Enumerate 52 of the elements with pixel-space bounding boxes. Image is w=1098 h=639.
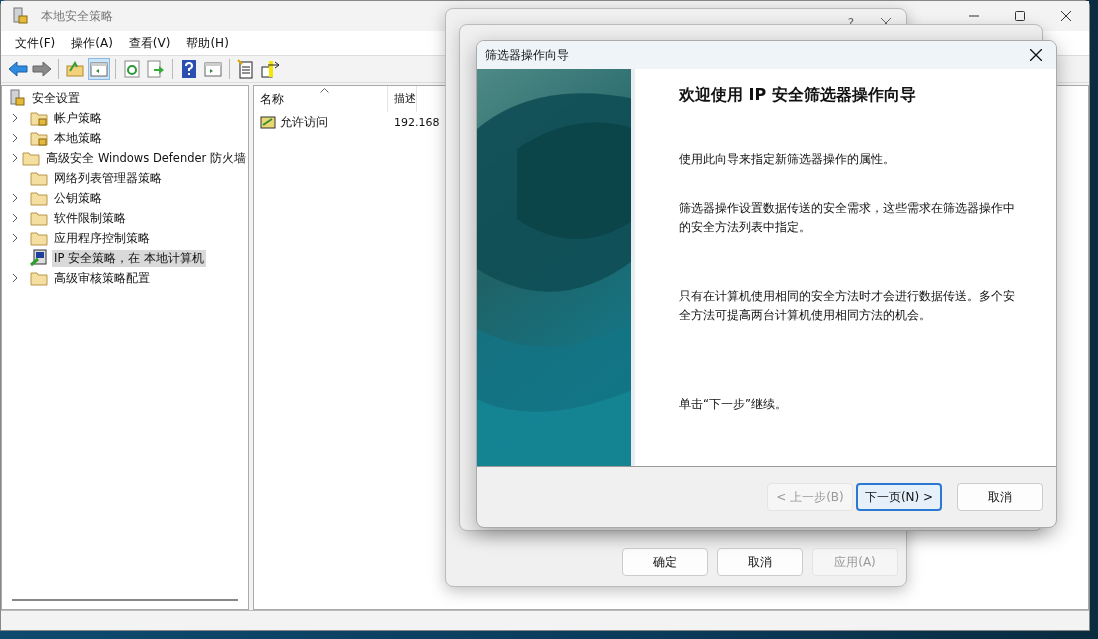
server-lock-icon [13,7,29,25]
dialog-title: 筛选器操作向导 [485,46,569,64]
menu-item[interactable]: 操作(A) [65,34,119,52]
tree-item[interactable]: 应用程序控制策略 [52,229,152,247]
list-item[interactable]: 允许访问 [280,113,328,131]
wizard-button[interactable]: 下一页(N) > [856,483,942,511]
locked-folder-icon [30,130,48,146]
folder-icon [30,270,48,286]
forward-button[interactable] [31,58,53,80]
chevron-icon[interactable] [12,273,18,283]
table-cell-text: 192.168 [393,115,440,129]
tree-item[interactable]: 网络列表管理器策略 [52,169,164,187]
menu-item[interactable]: 查看(V) [122,34,177,52]
server-lock-icon [10,89,26,107]
paragraph: 只有在计算机使用相同的安全方法时才会进行数据传送。多个安全方法可提高两台计算机使用相同方法的机会。 [679,288,1016,324]
paragraph: 使用此向导来指定新筛选器操作的属性。 [679,151,896,168]
folder-icon [30,230,48,246]
folder-icon [22,150,41,166]
tree-item[interactable]: 安全设置 [30,89,82,107]
folder-icon [30,170,48,186]
scrollbar[interactable] [12,599,238,601]
menu-item[interactable]: 文件(F) [9,34,62,52]
tree-item[interactable]: 高级安全 Windows Defender 防火墙 [44,149,248,167]
refresh-button[interactable] [121,58,143,80]
filter-document-icon [260,115,276,129]
wizard-heading: 欢迎使用 IP 安全筛选器操作向导 [679,85,917,106]
tree-item[interactable]: 公钥策略 [52,189,104,207]
dialog-button[interactable]: 取消 [717,548,803,576]
add-button[interactable] [259,58,281,80]
folder-icon [30,210,48,226]
folder-icon [30,190,48,206]
back-button[interactable] [7,58,29,80]
menu-item[interactable]: 帮助(H) [180,34,235,52]
column-header[interactable]: 描述 [388,86,417,112]
maximize-icon [1015,11,1025,21]
dialog-button[interactable]: 确定 [622,548,708,576]
tree-item[interactable]: 本地策略 [52,129,104,147]
tree-item[interactable]: 帐户策略 [52,109,104,127]
close-icon [1030,49,1042,61]
tree-item[interactable]: 高级审核策略配置 [52,269,152,287]
close-icon [1061,11,1071,21]
paragraph: 筛选器操作设置数据传送的安全需求，这些需求在筛选器操作中的安全方法列表中指定。 [679,200,1016,236]
wizard-button[interactable]: 取消 [957,483,1043,511]
paragraph: 单击“下一步”继续。 [679,396,788,413]
computer-shield-icon [30,249,48,267]
column-header[interactable]: 名称 [254,86,388,112]
tree-item[interactable]: IP 安全策略，在 本地计算机 [52,249,206,267]
tree-item[interactable]: 软件限制策略 [52,209,128,227]
locked-folder-icon [30,110,48,126]
window-title: 本地安全策略 [41,7,113,25]
tree-button[interactable] [88,58,110,80]
sort-ascending-icon [320,88,329,93]
